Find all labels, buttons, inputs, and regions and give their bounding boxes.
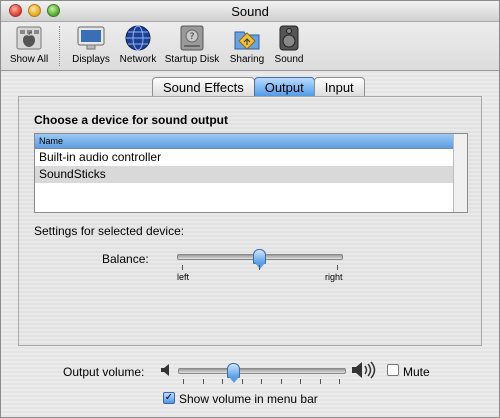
device-list-name-header[interactable]: Name	[35, 134, 454, 149]
startup-disk-icon: ?	[177, 24, 207, 52]
balance-left-label: left	[177, 272, 190, 282]
sharing-folder-icon	[232, 24, 262, 52]
tab-sound-effects[interactable]: Sound Effects	[152, 77, 255, 98]
toolbar-network[interactable]: Network	[116, 24, 160, 65]
output-panel: Choose a device for sound output Name Bu…	[18, 96, 482, 346]
toolbar-sound[interactable]: Sound	[271, 24, 307, 65]
toolbar-show-all-label: Show All	[9, 54, 49, 65]
volume-low-icon[interactable]	[160, 363, 172, 380]
mute-label: Mute	[403, 365, 430, 379]
balance-label: Balance:	[102, 252, 149, 266]
volume-tick	[222, 379, 223, 384]
toolbar-show-all[interactable]: Show All	[9, 24, 49, 65]
output-heading: Choose a device for sound output	[34, 113, 229, 127]
apple-show-all-icon	[14, 24, 44, 52]
toolbar-separator	[59, 26, 61, 66]
volume-tick	[241, 379, 243, 384]
volume-tick	[339, 379, 340, 384]
output-volume-label: Output volume:	[63, 365, 145, 379]
settings-label: Settings for selected device:	[34, 224, 185, 238]
balance-tick-center	[259, 265, 260, 270]
balance-tick-left	[182, 265, 183, 270]
toolbar-startup-disk-label: Startup Disk	[164, 54, 220, 65]
volume-tick	[202, 379, 204, 384]
toolbar-network-label: Network	[119, 54, 157, 65]
device-row-built-in[interactable]: Built-in audio controller	[35, 149, 454, 166]
toolbar-sharing-label: Sharing	[229, 54, 265, 65]
device-row-soundsticks[interactable]: SoundSticks	[35, 166, 454, 183]
preferences-toolbar: Show All Displays Network ? Startup Disk…	[1, 22, 499, 71]
show-volume-label: Show volume in menu bar	[179, 392, 318, 406]
mute-checkbox[interactable]	[387, 364, 399, 376]
toolbar-sound-label: Sound	[274, 54, 304, 65]
balance-slider-thumb[interactable]	[253, 249, 266, 269]
tab-output[interactable]: Output	[253, 77, 315, 98]
sound-tabs: Sound Effects Output Input	[152, 77, 365, 98]
title-bar: Sound	[1, 1, 499, 22]
speaker-icon	[274, 24, 304, 52]
network-globe-icon	[123, 24, 153, 52]
device-list[interactable]: Name Built-in audio controller SoundStic…	[34, 133, 468, 213]
volume-tick	[280, 379, 282, 384]
svg-text:?: ?	[190, 32, 195, 42]
volume-tick	[300, 379, 301, 384]
window-title: Sound	[231, 4, 269, 19]
displays-icon	[76, 24, 106, 52]
balance-tick-right	[337, 265, 338, 270]
toolbar-displays[interactable]: Displays	[69, 24, 113, 65]
volume-tick	[319, 379, 321, 384]
volume-tick	[183, 379, 184, 384]
toolbar-sharing[interactable]: Sharing	[227, 24, 267, 65]
volume-slider-track[interactable]	[178, 368, 346, 374]
tab-input[interactable]: Input	[313, 77, 365, 98]
device-list-scrollbar[interactable]	[453, 134, 467, 212]
volume-slider-thumb[interactable]	[226, 363, 240, 383]
toolbar-displays-label: Displays	[72, 54, 110, 65]
volume-tick	[261, 379, 262, 384]
balance-right-label: right	[325, 272, 343, 282]
volume-high-icon[interactable]	[351, 361, 377, 382]
toolbar-startup-disk[interactable]: ? Startup Disk	[163, 24, 221, 65]
show-volume-checkbox[interactable]: ✓	[163, 392, 175, 404]
sound-preferences-window: Sound Show All Displays Network ? Startu…	[0, 0, 500, 418]
